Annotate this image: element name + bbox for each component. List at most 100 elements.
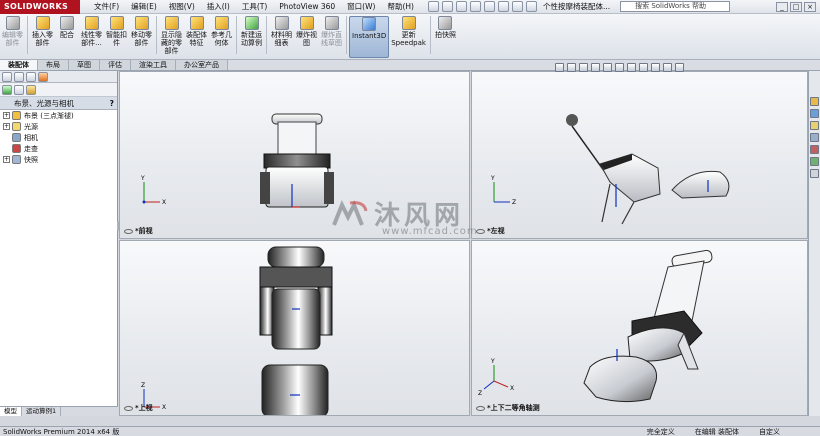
viewport-top[interactable]: Z X *上视	[119, 240, 470, 416]
bottom-tab[interactable]: 运动算例1	[22, 407, 62, 416]
viewport-dimetric[interactable]: Y X Z *上下二等角轴测	[471, 240, 808, 416]
view-palette-icon[interactable]	[810, 133, 819, 142]
axis-x-label: X	[162, 199, 166, 206]
solidworks-resources-icon[interactable]	[810, 97, 819, 106]
open-icon[interactable]	[441, 1, 453, 12]
tree-item[interactable]: + 光源	[0, 121, 117, 132]
edit-appearance-icon[interactable]	[639, 63, 648, 72]
file-explorer-icon[interactable]	[810, 121, 819, 130]
edit-component-button[interactable]: 编辑零 部件	[0, 16, 25, 47]
view-orientation-icon[interactable]	[603, 63, 612, 72]
forum-icon[interactable]	[810, 169, 819, 178]
bottom-tab[interactable]: 模型	[0, 407, 22, 416]
assembly-feature-button[interactable]: 装配体 特征	[184, 16, 209, 47]
tab-item[interactable]: 渲染工具	[131, 60, 176, 70]
decal-tab-icon[interactable]	[14, 85, 24, 95]
menu-item[interactable]: 窗口(W)	[341, 0, 381, 14]
tab-item[interactable]: 布局	[38, 60, 69, 70]
instant3d-icon	[362, 17, 377, 31]
menu-item[interactable]: 帮助(H)	[381, 0, 420, 14]
menu-item[interactable]: PhotoView 360	[273, 0, 341, 14]
menu-item[interactable]: 插入(I)	[201, 0, 236, 14]
snapshot-button[interactable]: 拍快照	[433, 16, 458, 39]
zoom-to-fit-icon[interactable]	[555, 63, 564, 72]
viewport-left[interactable]: Y Z *左视	[471, 71, 808, 239]
status-bar: SolidWorks Premium 2014 x64 版 完全定义 在编辑 装…	[0, 426, 820, 436]
triad: Y Z	[490, 175, 516, 206]
new-document-icon[interactable]	[427, 1, 439, 12]
section-view-icon[interactable]	[591, 63, 600, 72]
feature-manager-tab-icon[interactable]	[2, 72, 12, 82]
explode-line-button[interactable]: 爆炸直 线草图	[319, 16, 344, 47]
display-style-icon[interactable]	[615, 63, 624, 72]
move-component-button[interactable]: 移动零 部件	[129, 16, 154, 47]
tab-item[interactable]: 办公室产品	[176, 60, 228, 70]
left-view-model: Y Z	[490, 114, 730, 225]
window-controls: _ □ ×	[776, 1, 820, 12]
camera-icon	[12, 133, 21, 142]
expand-icon[interactable]: +	[3, 156, 10, 163]
command-label: 更新 Speedpak	[391, 31, 426, 47]
help-search-input[interactable]: 搜索 SolidWorks 帮助	[620, 1, 731, 12]
reference-geometry-button[interactable]: 参考几 何体	[209, 16, 234, 47]
insert-component-button[interactable]: 插入零 部件	[30, 16, 55, 47]
toolbar-separator	[266, 16, 267, 54]
appearance-tab-icon[interactable]	[2, 85, 12, 95]
tree-item[interactable]: 走查	[0, 143, 117, 154]
viewport-front[interactable]: Y X *前视	[119, 71, 470, 239]
help-icon[interactable]: ?	[110, 97, 114, 110]
property-manager-tab-icon[interactable]	[14, 72, 24, 82]
save-icon[interactable]	[455, 1, 467, 12]
show-hidden-button[interactable]: 显示隐 藏的零 部件	[159, 16, 184, 55]
scene-tab-icon[interactable]	[26, 85, 36, 95]
custom-properties-icon[interactable]	[810, 157, 819, 166]
mate-button[interactable]: 配合	[55, 16, 79, 39]
menu-item[interactable]: 编辑(E)	[125, 0, 163, 14]
smart-fastener-button[interactable]: 智能扣 件	[104, 16, 129, 47]
options-icon[interactable]	[525, 1, 537, 12]
tree-item-label: 走查	[24, 144, 38, 153]
menu-item[interactable]: 视图(V)	[163, 0, 201, 14]
zoom-to-area-icon[interactable]	[567, 63, 576, 72]
appearances-icon[interactable]	[810, 145, 819, 154]
view-settings-icon[interactable]	[663, 63, 672, 72]
menu-item[interactable]: 文件(F)	[88, 0, 125, 14]
undo-icon[interactable]	[483, 1, 495, 12]
speedpak-icon	[401, 16, 416, 30]
print-icon[interactable]	[469, 1, 481, 12]
tree-item[interactable]: 相机	[0, 132, 117, 143]
select-icon[interactable]	[497, 1, 509, 12]
display-pane-icon[interactable]	[675, 63, 684, 72]
tab-item[interactable]: 草图	[69, 60, 100, 70]
speedpak-button[interactable]: 更新 Speedpak	[389, 16, 428, 47]
tree-item[interactable]: + 快照	[0, 154, 117, 165]
tab-item[interactable]: 评估	[100, 60, 131, 70]
minimize-button[interactable]: _	[776, 1, 788, 12]
tree-item[interactable]: + 布景 (三点渐褪)	[0, 110, 117, 121]
rebuild-icon[interactable]	[511, 1, 523, 12]
expand-icon[interactable]: +	[3, 112, 10, 119]
menu-item[interactable]: 工具(T)	[236, 0, 273, 14]
svg-text:X: X	[162, 404, 166, 411]
config-manager-tab-icon[interactable]	[26, 72, 36, 82]
tab-item[interactable]: 装配体	[0, 60, 38, 70]
motion-study-button[interactable]: 新建运 动算例	[239, 16, 264, 47]
viewport-top-label: *上视	[124, 403, 153, 413]
previous-view-icon[interactable]	[579, 63, 588, 72]
exploded-view-button[interactable]: 爆炸视 图	[294, 16, 319, 47]
maximize-button[interactable]: □	[790, 1, 802, 12]
design-library-icon[interactable]	[810, 109, 819, 118]
instant3d-button[interactable]: Instant3D	[349, 16, 390, 58]
hide-show-items-icon[interactable]	[627, 63, 636, 72]
expand-icon[interactable]: +	[3, 123, 10, 130]
bom-button[interactable]: 材料明 细表	[269, 16, 294, 47]
linear-pattern-button[interactable]: 线性零 部件...	[79, 16, 104, 47]
svg-text:Y: Y	[490, 358, 495, 365]
apply-scene-icon[interactable]	[651, 63, 660, 72]
tree-item-label: 布景 (三点渐褪)	[24, 111, 74, 120]
display-manager-tab-icon[interactable]	[38, 72, 48, 82]
status-units[interactable]: 自定义	[759, 427, 780, 436]
close-button[interactable]: ×	[804, 1, 816, 12]
eye-icon	[124, 405, 133, 411]
command-label: 配合	[60, 31, 74, 39]
